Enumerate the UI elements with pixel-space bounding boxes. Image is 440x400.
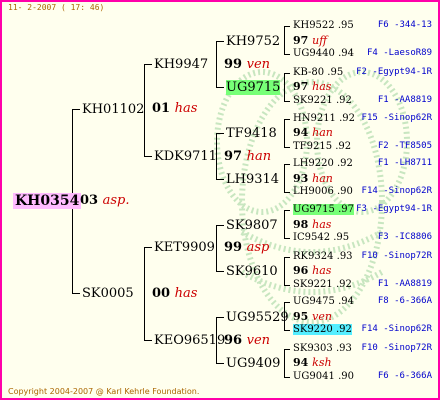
year: 95 xyxy=(293,310,309,323)
gen4-queen-id[interactable]: SK9221 .92 xyxy=(293,279,352,290)
breeding-line: F10 -Sinop72R xyxy=(361,343,432,353)
owner: ven xyxy=(246,333,271,348)
gen2-year-owner: 99 asp xyxy=(224,240,269,255)
owner: ven xyxy=(312,310,332,323)
breeding-line: F8 -6-366A xyxy=(377,296,432,306)
year: 94 xyxy=(293,356,309,369)
gen3-queen-id-highlighted[interactable]: UG9715 xyxy=(226,80,281,95)
gen3-queen-id[interactable]: LH9314 xyxy=(226,172,279,187)
breeding-line: F4 -LaesoR89 xyxy=(366,48,432,58)
copyright-footer: Copyright 2004-2007 @ Karl Kehrle Founda… xyxy=(8,387,200,396)
gen3-year-owner: 97 has xyxy=(293,80,331,93)
gen4-queen-id[interactable]: LH9006 .90 xyxy=(293,186,353,197)
gen4-queen-id[interactable]: UG9475 .94 xyxy=(293,296,354,307)
gen2-queen-id[interactable]: KDK9711 xyxy=(154,149,217,164)
owner: ven xyxy=(246,57,271,72)
owner: han xyxy=(246,149,272,164)
gen3-queen-id[interactable]: UG95529 xyxy=(226,310,289,325)
year: 99 xyxy=(224,57,243,72)
owner: has xyxy=(312,80,332,93)
year: 96 xyxy=(293,264,309,277)
gen4-queen-id[interactable]: SK9221 .92 xyxy=(293,95,352,106)
breeding-line: F1 -AA8819 xyxy=(377,279,432,289)
gen3-year-owner: 98 has xyxy=(293,218,331,231)
gen4-queen-id[interactable]: HN9211 .92 xyxy=(293,113,355,124)
year: 97 xyxy=(293,34,309,47)
gen3-year-owner: 93 han xyxy=(293,172,333,185)
gen4-queen-id-highlighted[interactable]: SK9220 .92 xyxy=(293,324,352,335)
year: 97 xyxy=(224,149,243,164)
breeding-line: F14 -Sinop62R xyxy=(361,324,432,334)
breeding-line: F10 -Sinop72R xyxy=(361,251,432,261)
gen2-year-owner: 99 ven xyxy=(224,57,270,72)
owner: han xyxy=(312,126,333,139)
owner: asp xyxy=(246,240,270,255)
gen2-queen-id[interactable]: KH9947 xyxy=(154,57,208,72)
gen1-year-owner: 01 has xyxy=(152,101,197,116)
pedigree-frame: 11- 2-2007 ( 17: 46) KH0354 03 asp. KH01… xyxy=(0,0,440,400)
owner: has xyxy=(312,264,332,277)
year: 01 xyxy=(152,101,171,116)
gen3-queen-id[interactable]: TF9418 xyxy=(226,126,277,141)
root-queen-id[interactable]: KH0354 xyxy=(13,193,82,209)
gen3-year-owner: 95 ven xyxy=(293,310,332,323)
breeding-line: F14 -Sinop62R xyxy=(361,186,432,196)
root-year-owner: 03 asp. xyxy=(80,193,130,208)
gen4-queen-id[interactable]: KH9522 .95 xyxy=(293,20,354,31)
gen4-queen-id[interactable]: UG9041 .90 xyxy=(293,371,354,382)
year: 98 xyxy=(293,218,309,231)
gen2-queen-id[interactable]: KEO96519 xyxy=(154,333,225,348)
gen3-queen-id[interactable]: SK9610 xyxy=(226,264,278,279)
gen3-year-owner: 94 han xyxy=(293,126,333,139)
breeding-line: F1 -AA8819 xyxy=(377,95,432,105)
breeding-line: F1 -LH8711 xyxy=(377,158,432,168)
owner: has xyxy=(174,101,198,116)
year: 94 xyxy=(293,126,309,139)
owner: han xyxy=(312,172,333,185)
breeding-line: F3 -Egypt94-1R xyxy=(356,204,432,214)
gen3-queen-id[interactable]: SK9807 xyxy=(226,218,278,233)
gen3-queen-id[interactable]: UG9409 xyxy=(226,356,280,371)
gen4-queen-id[interactable]: TF9215 .92 xyxy=(293,141,351,152)
year: 00 xyxy=(152,286,171,301)
owner: has xyxy=(312,218,332,231)
breeding-line: F3 -IC8806 xyxy=(377,232,432,242)
gen2-year-owner: 96 ven xyxy=(224,333,270,348)
breeding-line: F15 -Sinop62R xyxy=(361,113,432,123)
gen4-queen-id[interactable]: SK9303 .93 xyxy=(293,343,352,354)
gen1-queen-id[interactable]: SK0005 xyxy=(82,286,134,301)
year: 93 xyxy=(293,172,309,185)
gen3-queen-id[interactable]: KH9752 xyxy=(226,34,280,49)
year: 96 xyxy=(224,333,243,348)
gen1-year-owner: 00 has xyxy=(152,286,197,301)
breeding-line: F2 -TF8505 xyxy=(377,141,432,151)
owner: ksh xyxy=(312,356,332,369)
gen1-queen-id[interactable]: KH01102 xyxy=(82,102,144,117)
root-year: 03 xyxy=(80,193,99,208)
gen2-queen-id[interactable]: KET9909 xyxy=(154,240,215,255)
root-owner: asp. xyxy=(102,193,130,208)
date-stamp: 11- 2-2007 ( 17: 46) xyxy=(8,3,105,12)
breeding-line: F2 -Egypt94-1R xyxy=(356,67,432,77)
breeding-line: F6 -6-366A xyxy=(377,371,432,381)
gen4-queen-id[interactable]: UG9440 .94 xyxy=(293,48,354,59)
gen3-year-owner: 96 has xyxy=(293,264,331,277)
owner: has xyxy=(174,286,198,301)
gen2-year-owner: 97 han xyxy=(224,149,271,164)
gen4-queen-id[interactable]: RK9324 .93 xyxy=(293,251,353,262)
gen4-queen-id[interactable]: IC9542 .95 xyxy=(293,232,349,243)
year: 99 xyxy=(224,240,243,255)
gen4-queen-id[interactable]: KB-80 .95 xyxy=(293,67,343,78)
year: 97 xyxy=(293,80,309,93)
gen4-queen-id-highlighted[interactable]: UG9715 .97 xyxy=(293,204,354,215)
gen3-year-owner: 94 ksh xyxy=(293,356,332,369)
gen4-queen-id[interactable]: LH9220 .92 xyxy=(293,158,353,169)
owner: uff xyxy=(312,34,328,47)
breeding-line: F6 -344-13 xyxy=(377,20,432,30)
gen3-year-owner: 97 uff xyxy=(293,34,327,47)
